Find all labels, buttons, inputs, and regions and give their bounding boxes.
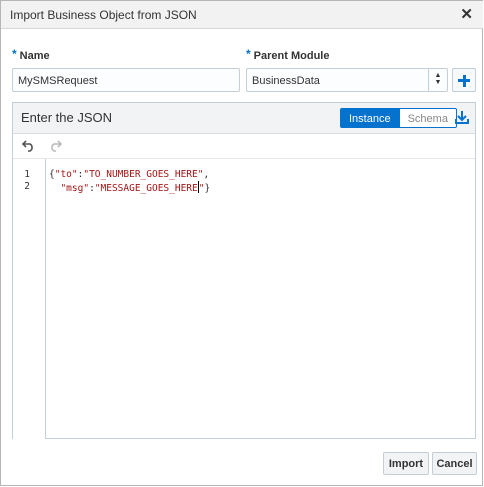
- line-number: 1: [24, 169, 30, 180]
- name-input-value: MySMSRequest: [18, 75, 98, 87]
- import-dialog: Import Business Object from JSON ✕ * Name…: [0, 0, 483, 486]
- parent-module-label: * Parent Module: [246, 47, 330, 64]
- name-label-text: Name: [19, 50, 50, 62]
- editor-toolbar: [13, 134, 475, 158]
- json-editor[interactable]: 1 2 {"to":"TO_NUMBER_GOES_HERE", "msg":"…: [13, 158, 475, 439]
- undo-icon[interactable]: [22, 138, 36, 152]
- code-line-1: {"to":"TO_NUMBER_GOES_HERE",: [49, 169, 210, 180]
- add-module-button[interactable]: [452, 68, 476, 92]
- json-panel-title: Enter the JSON: [21, 110, 113, 125]
- parent-module-value: BusinessData: [252, 75, 320, 87]
- plus-icon-vertical: [462, 74, 466, 87]
- name-label: * Name: [12, 47, 50, 64]
- parent-module-select[interactable]: BusinessData ▲ ▼: [246, 68, 448, 92]
- json-panel: Enter the JSON Instance Schema 1 2 {"to"…: [12, 102, 476, 439]
- download-icon[interactable]: [454, 109, 470, 125]
- instance-schema-toggle: Instance Schema: [340, 108, 457, 128]
- json-panel-header: Enter the JSON Instance Schema: [13, 103, 475, 134]
- line-number: 2: [24, 181, 30, 192]
- import-button[interactable]: Import: [383, 452, 429, 475]
- name-input[interactable]: MySMSRequest: [12, 68, 240, 92]
- required-marker: *: [12, 47, 17, 61]
- dialog-title: Import Business Object from JSON: [10, 8, 197, 22]
- dialog-titlebar: Import Business Object from JSON ✕: [1, 1, 483, 29]
- cancel-button[interactable]: Cancel: [432, 452, 477, 475]
- code-line-2: "msg":"MESSAGE_GOES_HERE"}: [60, 181, 211, 194]
- parent-module-label-text: Parent Module: [253, 50, 330, 62]
- required-marker: *: [246, 47, 251, 61]
- line-number-gutter: 1 2: [13, 159, 46, 439]
- select-arrows-icon[interactable]: ▲ ▼: [428, 69, 443, 91]
- close-icon[interactable]: ✕: [460, 5, 473, 23]
- redo-icon[interactable]: [48, 138, 62, 152]
- instance-toggle-button[interactable]: Instance: [340, 108, 400, 128]
- schema-toggle-button[interactable]: Schema: [399, 108, 457, 128]
